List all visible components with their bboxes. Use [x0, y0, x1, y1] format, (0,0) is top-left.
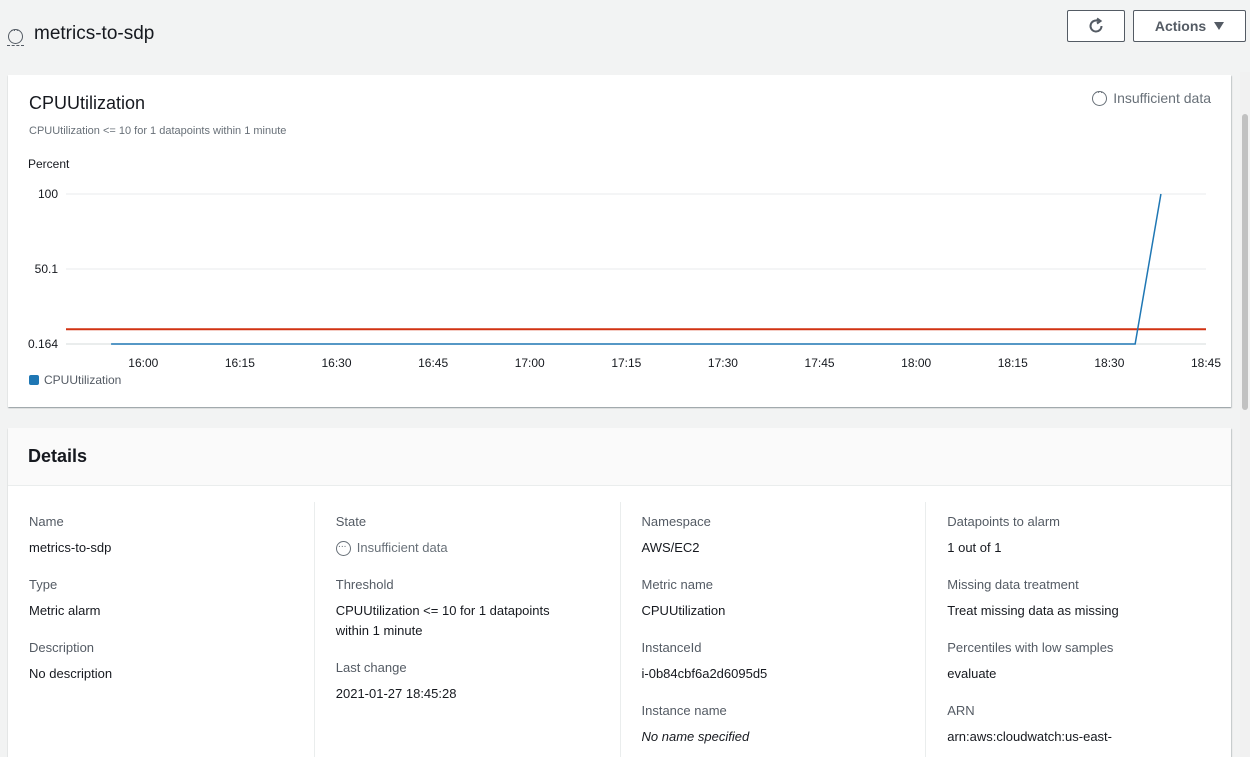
y-tick-label: 100	[38, 187, 58, 201]
detail-label: Type	[29, 577, 58, 592]
detail-label: Last change	[335, 660, 407, 675]
details-column: Datapoints to alarm 1 out of 1 Missing dat…	[925, 502, 1231, 757]
detail-label: State	[335, 514, 367, 529]
actions-button[interactable]: Actions	[1133, 10, 1246, 42]
x-tick-label: 16:00	[128, 356, 158, 370]
detail-field: Instance name No name specified	[642, 703, 906, 747]
detail-label: Instance name	[641, 703, 727, 718]
y-tick-label: 0.164	[28, 337, 58, 351]
x-tick-label: 17:30	[708, 356, 738, 370]
x-tick-label: 18:15	[998, 356, 1028, 370]
detail-label: Description	[29, 640, 95, 655]
y-axis-label: Percent	[28, 157, 70, 171]
detail-label: ARN	[947, 703, 975, 718]
state-text: Insufficient data	[356, 540, 448, 555]
detail-value: Treat missing data as missing	[947, 603, 1119, 618]
details-column: Namespace AWS/EC2 Metric name CPUUtilizatio…	[619, 502, 926, 757]
details-grid: Name metrics-to-sdp Type Metric alarm Descri…	[8, 502, 1231, 757]
legend-label: CPUUtilization	[44, 373, 121, 387]
state-value: Insufficient data	[335, 537, 600, 558]
detail-value: evaluate	[947, 666, 997, 681]
scrollbar[interactable]	[1240, 72, 1250, 757]
x-tick-label: 16:15	[225, 356, 255, 370]
page-title: metrics-to-sdp	[34, 23, 155, 44]
detail-field: Percentiles with low samples evaluate	[947, 640, 1211, 684]
details-card: Details Name metrics-to-sdp Type Metric ala…	[8, 428, 1231, 757]
actions-label: Actions	[1154, 18, 1207, 34]
y-tick-label: 50.1	[35, 262, 59, 276]
detail-field: Namespace AWS/EC2	[642, 514, 906, 558]
scrollbar-thumb[interactable]	[1242, 114, 1248, 410]
detail-value: CPUUtilization	[641, 603, 726, 618]
detail-label: Percentiles with low samples	[947, 640, 1114, 655]
x-tick-label: 18:30	[1094, 356, 1124, 370]
detail-value: AWS/EC2	[641, 540, 700, 555]
detail-field: Name metrics-to-sdp	[29, 514, 294, 558]
x-tick-label: 16:45	[418, 356, 448, 370]
detail-label: Threshold	[335, 577, 394, 592]
detail-field: InstanceId i-0b84cbf6a2d6095d5	[642, 640, 906, 684]
x-tick-label: 18:00	[901, 356, 931, 370]
x-tick-label: 17:45	[805, 356, 835, 370]
detail-value: No description	[29, 666, 113, 681]
detail-label: Metric name	[641, 577, 714, 592]
info-underline	[7, 45, 24, 46]
detail-value: Metric alarm	[29, 603, 101, 618]
legend-swatch	[29, 375, 39, 385]
detail-value: No name specified	[641, 729, 750, 744]
page-header: metrics-to-sdp Actions	[0, 0, 1250, 72]
chart-subtitle: CPUUtilization <= 10 for 1 datapoints wi…	[29, 125, 287, 137]
detail-value: i-0b84cbf6a2d6095d5	[641, 666, 768, 681]
insufficient-data-icon	[1092, 87, 1108, 106]
detail-label: Missing data treatment	[947, 577, 1079, 592]
detail-field: Missing data treatment Treat missing data…	[947, 577, 1211, 621]
detail-label: Datapoints to alarm	[947, 514, 1060, 529]
detail-field: Last change 2021-01-27 18:45:28	[336, 660, 600, 704]
chart-title: CPUUtilization	[29, 93, 146, 113]
details-heading: Details	[8, 428, 1231, 486]
detail-field: ARN arn:aws:cloudwatch:us-east-	[947, 703, 1211, 747]
x-tick-label: 16:30	[321, 356, 351, 370]
detail-field: State Insufficient data	[335, 514, 600, 558]
chart-status: Insufficient data	[1092, 87, 1211, 106]
x-tick-label: 18:45	[1191, 356, 1221, 370]
detail-field: Datapoints to alarm 1 out of 1	[947, 514, 1211, 558]
detail-field: Metric name CPUUtilization	[642, 577, 906, 621]
detail-value: arn:aws:cloudwatch:us-east-	[947, 729, 1112, 744]
details-column: State Insufficient data Threshold CPUUtiliz…	[313, 502, 620, 757]
detail-label: Name	[29, 514, 64, 529]
detail-field: Type Metric alarm	[29, 577, 294, 621]
detail-value: metrics-to-sdp	[29, 540, 112, 555]
info-icon[interactable]	[8, 25, 23, 44]
details-column: Name metrics-to-sdp Type Metric alarm Descri…	[8, 502, 314, 757]
chart-status-label: Insufficient data	[1113, 90, 1211, 106]
refresh-icon	[1089, 17, 1103, 33]
refresh-button[interactable]	[1067, 10, 1125, 42]
detail-field: Threshold CPUUtilization <= 10 for 1 data…	[336, 577, 600, 641]
detail-field: Description No description	[29, 640, 294, 684]
detail-value: CPUUtilization <= 10 for 1 datapoints wi…	[335, 603, 550, 638]
caret-down-icon	[1214, 22, 1225, 30]
x-tick-label: 17:00	[515, 356, 545, 370]
cpu-chart: Percent 100 50.1 0.164 16:00 16:15 16:30 16:45 1…	[28, 157, 1221, 387]
detail-value: 2021-01-27 18:45:28	[335, 686, 457, 701]
chart-card: CPUUtilization Insufficient data CPUUtil…	[8, 75, 1231, 407]
detail-label: Namespace	[641, 514, 711, 529]
x-tick-label: 17:15	[611, 356, 641, 370]
insufficient-data-icon	[335, 537, 351, 557]
detail-label: InstanceId	[641, 640, 702, 655]
detail-value: 1 out of 1	[947, 540, 1002, 555]
